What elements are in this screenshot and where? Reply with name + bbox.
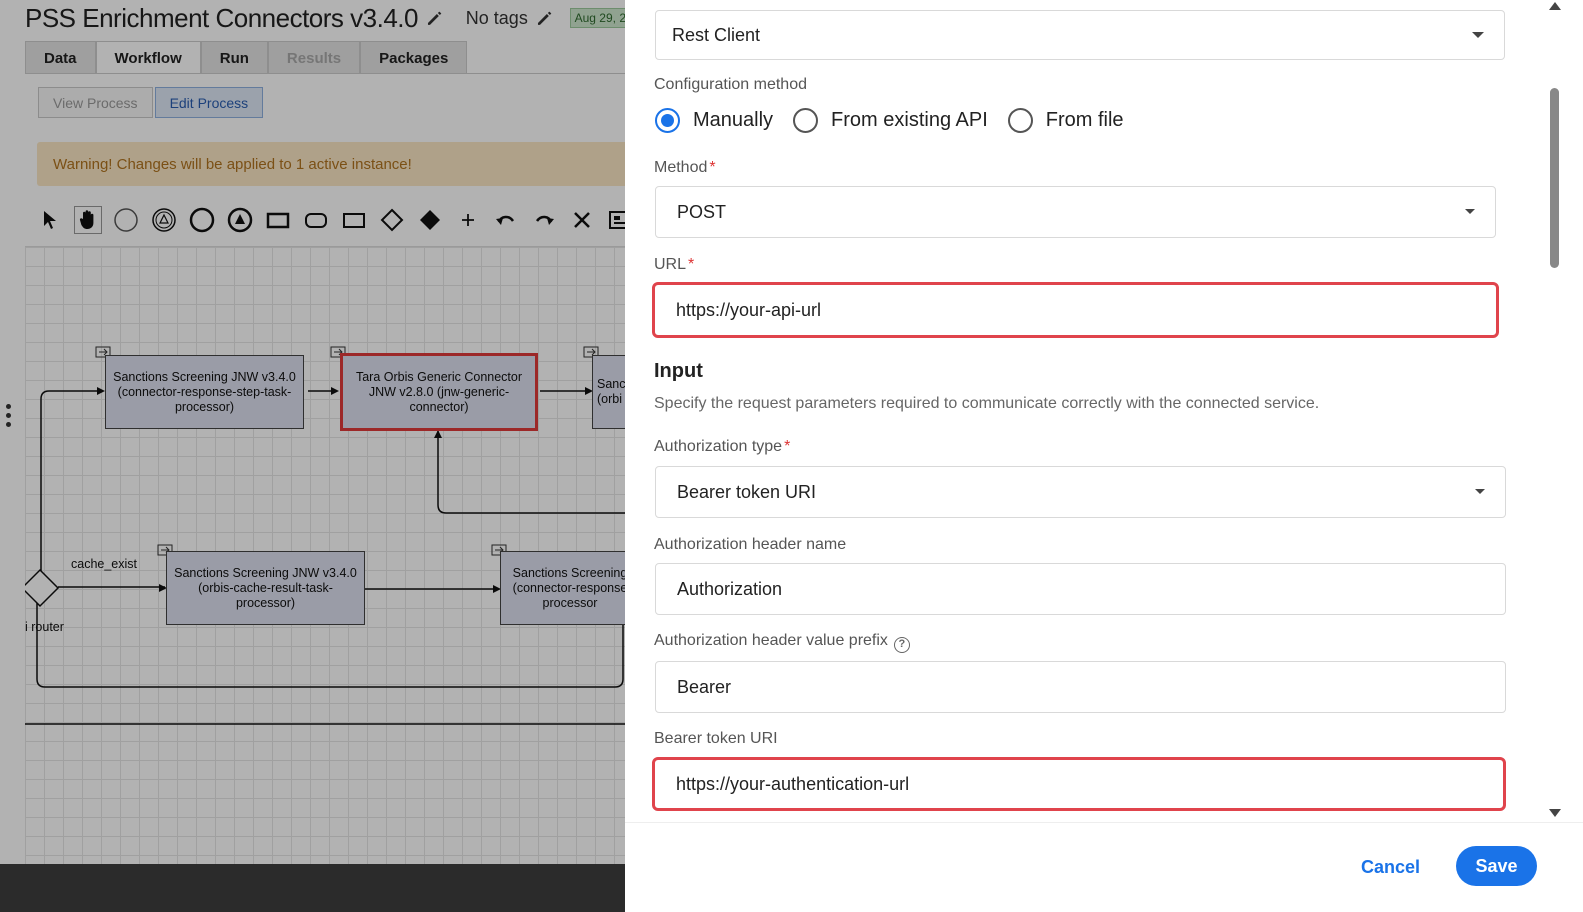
chevron-down-icon: [1475, 489, 1485, 494]
main-tabs: Data Workflow Run Results Packages: [25, 41, 468, 74]
connector-config-panel: Rest Client Configuration method Manuall…: [625, 0, 1583, 912]
bearer-uri-value: https://your-authentication-url: [676, 773, 910, 794]
auth-prefix-label: Authorization header value prefix?: [654, 632, 910, 653]
workflow-node[interactable]: Sanctions Screening JNW v3.4.0 (orbis-ca…: [166, 551, 365, 625]
method-select[interactable]: POST: [655, 186, 1496, 238]
help-icon[interactable]: ?: [893, 637, 910, 653]
client-type-select[interactable]: Rest Client: [655, 10, 1505, 60]
tab-data[interactable]: Data: [25, 41, 96, 74]
date-badge: Aug 29, 2: [569, 8, 631, 28]
undo-icon[interactable]: [492, 206, 520, 234]
scroll-down-icon[interactable]: [1549, 809, 1561, 817]
end-event-icon[interactable]: [188, 206, 216, 234]
tab-results: Results: [267, 41, 361, 74]
radio-label: Manually: [693, 108, 774, 131]
auth-header-name-input[interactable]: Authorization: [655, 563, 1506, 615]
auth-header-name-label: Authorization header name: [654, 536, 847, 553]
radio-from-file[interactable]: From file: [1007, 107, 1124, 133]
tab-packages[interactable]: Packages: [360, 41, 468, 74]
radio-from-existing-api[interactable]: From existing API: [793, 107, 988, 133]
router-label: i router: [25, 620, 64, 634]
task-icon[interactable]: [264, 206, 292, 234]
warning-banner: Warning! Changes will be applied to 1 ac…: [37, 142, 631, 186]
auth-prefix-value: Bearer: [677, 676, 732, 697]
add-icon[interactable]: [454, 206, 482, 234]
hand-tool-icon[interactable]: [74, 206, 102, 234]
chevron-down-icon: [1472, 32, 1484, 38]
background-app: PSS Enrichment Connectors v3.4.0 No tags…: [0, 0, 631, 912]
pointer-tool-icon[interactable]: [36, 206, 64, 234]
auth-type-label: Authorization type *: [654, 438, 790, 456]
auth-prefix-label-text: Authorization header value prefix: [654, 632, 888, 649]
radio-checked-icon: [655, 107, 680, 133]
gateway-icon[interactable]: [378, 206, 406, 234]
required-marker: *: [784, 438, 791, 455]
scrollbar-thumb[interactable]: [1550, 88, 1559, 268]
url-value: https://your-api-url: [676, 299, 822, 320]
filled-gateway-icon[interactable]: [416, 206, 444, 234]
workflow-node[interactable]: Sanctions Screening (connector-response …: [500, 551, 631, 625]
edit-tags-icon[interactable]: [536, 9, 554, 27]
workflow-node-selected[interactable]: Tara Orbis Generic Connector JNW v2.8.0 …: [340, 353, 538, 431]
left-edge: [0, 0, 25, 872]
tab-run[interactable]: Run: [200, 41, 268, 74]
screen: PSS Enrichment Connectors v3.4.0 No tags…: [0, 0, 1583, 912]
url-label-text: URL: [654, 256, 687, 273]
workflow-canvas[interactable]: Sanctions Screening JNW v3.4.0 (connecto…: [25, 246, 631, 864]
url-input[interactable]: https://your-api-url: [652, 282, 1499, 338]
radio-unchecked-icon: [793, 107, 819, 133]
app-title: PSS Enrichment Connectors v3.4.0: [25, 2, 418, 33]
edit-title-icon[interactable]: [426, 9, 444, 27]
subprocess-icon[interactable]: [302, 206, 330, 234]
chevron-down-icon: [1465, 209, 1475, 214]
auth-type-value: Bearer token URI: [677, 481, 817, 502]
edit-process-tab[interactable]: Edit Process: [154, 87, 264, 118]
tags-label: No tags: [465, 7, 528, 28]
view-process-tab[interactable]: View Process: [38, 87, 153, 118]
auth-type-label-text: Authorization type: [654, 438, 783, 455]
auth-prefix-input[interactable]: Bearer: [655, 661, 1506, 713]
tab-divider: [25, 73, 631, 74]
call-activity-icon[interactable]: [340, 206, 368, 234]
tab-workflow[interactable]: Workflow: [95, 41, 201, 74]
delete-icon[interactable]: [568, 206, 596, 234]
panel-scroll-area[interactable]: Rest Client Configuration method Manuall…: [625, 0, 1555, 822]
cancel-button[interactable]: Cancel: [1347, 847, 1434, 887]
redo-icon[interactable]: [530, 206, 558, 234]
input-section-title: Input: [654, 360, 703, 382]
radio-unchecked-icon: [1007, 107, 1033, 133]
bottom-bar: [0, 864, 631, 912]
workflow-node[interactable]: Sanctions Screening JNW v3.4.0 (connecto…: [105, 355, 304, 429]
method-label-text: Method: [654, 159, 708, 176]
config-method-radio-group: Manually From existing API From file: [655, 104, 1144, 136]
more-options-icon[interactable]: [6, 404, 12, 431]
method-label: Method *: [654, 159, 716, 177]
panel-footer: Cancel Save: [625, 822, 1583, 912]
radio-label: From file: [1045, 108, 1124, 131]
process-tabs: View Process Edit Process: [38, 87, 264, 118]
client-type-value: Rest Client: [672, 24, 761, 45]
input-section-description: Specify the request parameters required …: [654, 395, 1320, 412]
radio-label: From existing API: [831, 108, 988, 131]
escalation-event-icon[interactable]: [226, 206, 254, 234]
start-event-icon[interactable]: [112, 206, 140, 234]
required-marker: *: [709, 159, 716, 176]
scroll-up-icon[interactable]: [1549, 2, 1561, 10]
config-method-label: Configuration method: [654, 76, 807, 93]
condition-label: cache_exist: [71, 557, 138, 571]
method-value: POST: [677, 201, 727, 222]
required-marker: *: [688, 256, 695, 273]
save-button[interactable]: Save: [1456, 846, 1537, 886]
auth-header-name-value: Authorization: [677, 578, 783, 599]
radio-manually[interactable]: Manually: [655, 107, 774, 133]
bearer-uri-label: Bearer token URI: [654, 730, 778, 747]
signal-event-icon[interactable]: [150, 206, 178, 234]
auth-type-select[interactable]: Bearer token URI: [655, 466, 1506, 518]
bearer-uri-input[interactable]: https://your-authentication-url: [652, 757, 1506, 811]
app-title-row: PSS Enrichment Connectors v3.4.0 No tags…: [25, 0, 631, 36]
diagram-toolbar: [36, 204, 631, 236]
panel-scrollbar[interactable]: [1547, 0, 1561, 822]
url-label: URL *: [654, 256, 694, 274]
